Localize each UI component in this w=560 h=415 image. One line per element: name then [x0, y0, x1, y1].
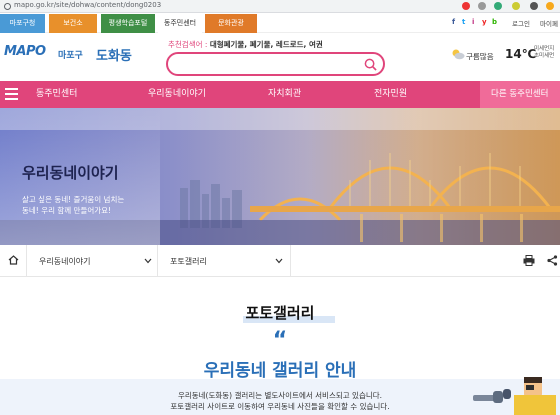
instagram-icon[interactable]: i [472, 18, 474, 26]
extension-icon[interactable] [462, 2, 470, 10]
nav-item-neighborhood-story[interactable]: 우리동네이야기 [148, 81, 206, 108]
site-top-bar: 마포구청 보건소 평생학습포털 동주민센터 문화관광 f t i y b 로그인… [0, 14, 560, 33]
gallery-description-line: 포토갤러리 사이트로 이동하여 우리동네 사진들을 확인할 수 있습니다. [170, 402, 390, 411]
chevron-down-icon[interactable] [275, 258, 283, 264]
tab-culture-tourism[interactable]: 문화관광 [205, 14, 257, 33]
hero-banner: 우리동네이야기 살고 싶은 동네! 즐거움이 넘치는 동네! 우리 함께 만들어… [0, 108, 560, 245]
gallery-description-line: 우리동네(도화동) 갤러리는 별도사이트에서 서비스되고 있습니다. [177, 391, 383, 400]
banner-subtitle-line: 동네! 우리 함께 만들어가요! [22, 206, 112, 215]
breadcrumb: 우리동네이야기 포토갤러리 [0, 245, 560, 277]
browser-address-bar: mapo.go.kr/site/dohwa/content/dong0203 [0, 0, 560, 13]
search-icon[interactable] [364, 58, 377, 71]
breadcrumb-level1-label: 우리동네이야기 [39, 257, 91, 266]
banner-subtitle: 살고 싶은 동네! 즐거움이 넘치는 동네! 우리 함께 만들어가요! [22, 194, 124, 216]
mapo-logo[interactable]: MAPO [4, 44, 46, 59]
extension-icon[interactable] [478, 2, 486, 10]
login-link[interactable]: 로그인 [512, 18, 530, 28]
banner-subtitle-line: 살고 싶은 동네! 즐거움이 넘치는 [22, 195, 125, 204]
chevron-down-icon[interactable] [144, 258, 152, 264]
extension-icon[interactable] [494, 2, 502, 10]
site-header: MAPO 마포구 도화동 추천검색어 : 대형폐기물, 폐기물, 레드로드, 여… [0, 34, 560, 81]
fine-dust-label: 미세먼지 [534, 46, 555, 52]
breadcrumb-level2-dropdown[interactable]: 포토갤러리 [158, 245, 291, 277]
print-icon[interactable] [523, 255, 535, 266]
weather-condition: 구름많음 [466, 52, 494, 61]
cloudy-weather-icon [452, 49, 465, 60]
recommended-keywords: 추천검색어 : 대형폐기물, 폐기물, 레드로드, 여권 [168, 39, 323, 50]
facebook-icon[interactable]: f [452, 18, 455, 26]
menu-icon[interactable] [5, 88, 18, 100]
ultrafine-dust-label: 초미세먼 [534, 53, 555, 59]
recommended-label: 추천검색어 : [168, 40, 208, 49]
temperature: 14℃ [505, 47, 537, 61]
quote-mark: “ [272, 328, 288, 353]
tab-community-center[interactable]: 동주민센터 [158, 14, 202, 33]
mypage-link[interactable]: 마이페 [540, 18, 558, 28]
breadcrumb-level2-label: 포토갤러리 [170, 257, 207, 266]
nav-item-self-governance[interactable]: 자치회관 [268, 81, 301, 108]
nav-item-e-civil-service[interactable]: 전자민원 [374, 81, 407, 108]
url-text[interactable]: mapo.go.kr/site/dohwa/content/dong0203 [14, 1, 161, 9]
breadcrumb-level1-dropdown[interactable]: 우리동네이야기 [27, 245, 158, 277]
gallery-headline: 우리동네 갤러리 안내 [203, 361, 357, 381]
other-community-centers-button[interactable]: 다른 동주민센터 [480, 81, 560, 108]
tab-health-center[interactable]: 보건소 [49, 14, 97, 33]
profile-avatar-icon[interactable] [546, 2, 554, 10]
recommended-terms[interactable]: 대형폐기물, 폐기물, 레드로드, 여권 [210, 40, 323, 49]
dong-name[interactable]: 도화동 [96, 45, 132, 64]
youtube-icon[interactable]: y [482, 18, 487, 26]
banner-title: 우리동네이야기 [22, 164, 119, 182]
site-info-icon[interactable] [4, 3, 11, 10]
logo-gu-text: 마포구 [58, 51, 83, 61]
tab-mapo-office[interactable]: 마포구청 [0, 14, 45, 33]
main-navigation: 동주민센터 우리동네이야기 자치회관 전자민원 다른 동주민센터 [0, 81, 560, 108]
home-icon[interactable] [8, 255, 19, 265]
page-title: 포토갤러리 [245, 304, 315, 322]
search-input[interactable] [176, 57, 356, 71]
twitter-icon[interactable]: t [462, 18, 465, 26]
search-box[interactable] [166, 52, 385, 76]
extension-icon[interactable] [512, 2, 520, 10]
tab-learning-portal[interactable]: 평생학습포털 [101, 14, 155, 33]
nav-item-community-center[interactable]: 동주민센터 [36, 81, 77, 108]
share-icon[interactable] [547, 255, 558, 266]
fine-dust-info: 미세먼지 초미세먼 [534, 46, 554, 60]
blog-icon[interactable]: b [492, 18, 497, 26]
breadcrumb-home[interactable] [0, 245, 27, 277]
extension-icon[interactable] [530, 2, 538, 10]
